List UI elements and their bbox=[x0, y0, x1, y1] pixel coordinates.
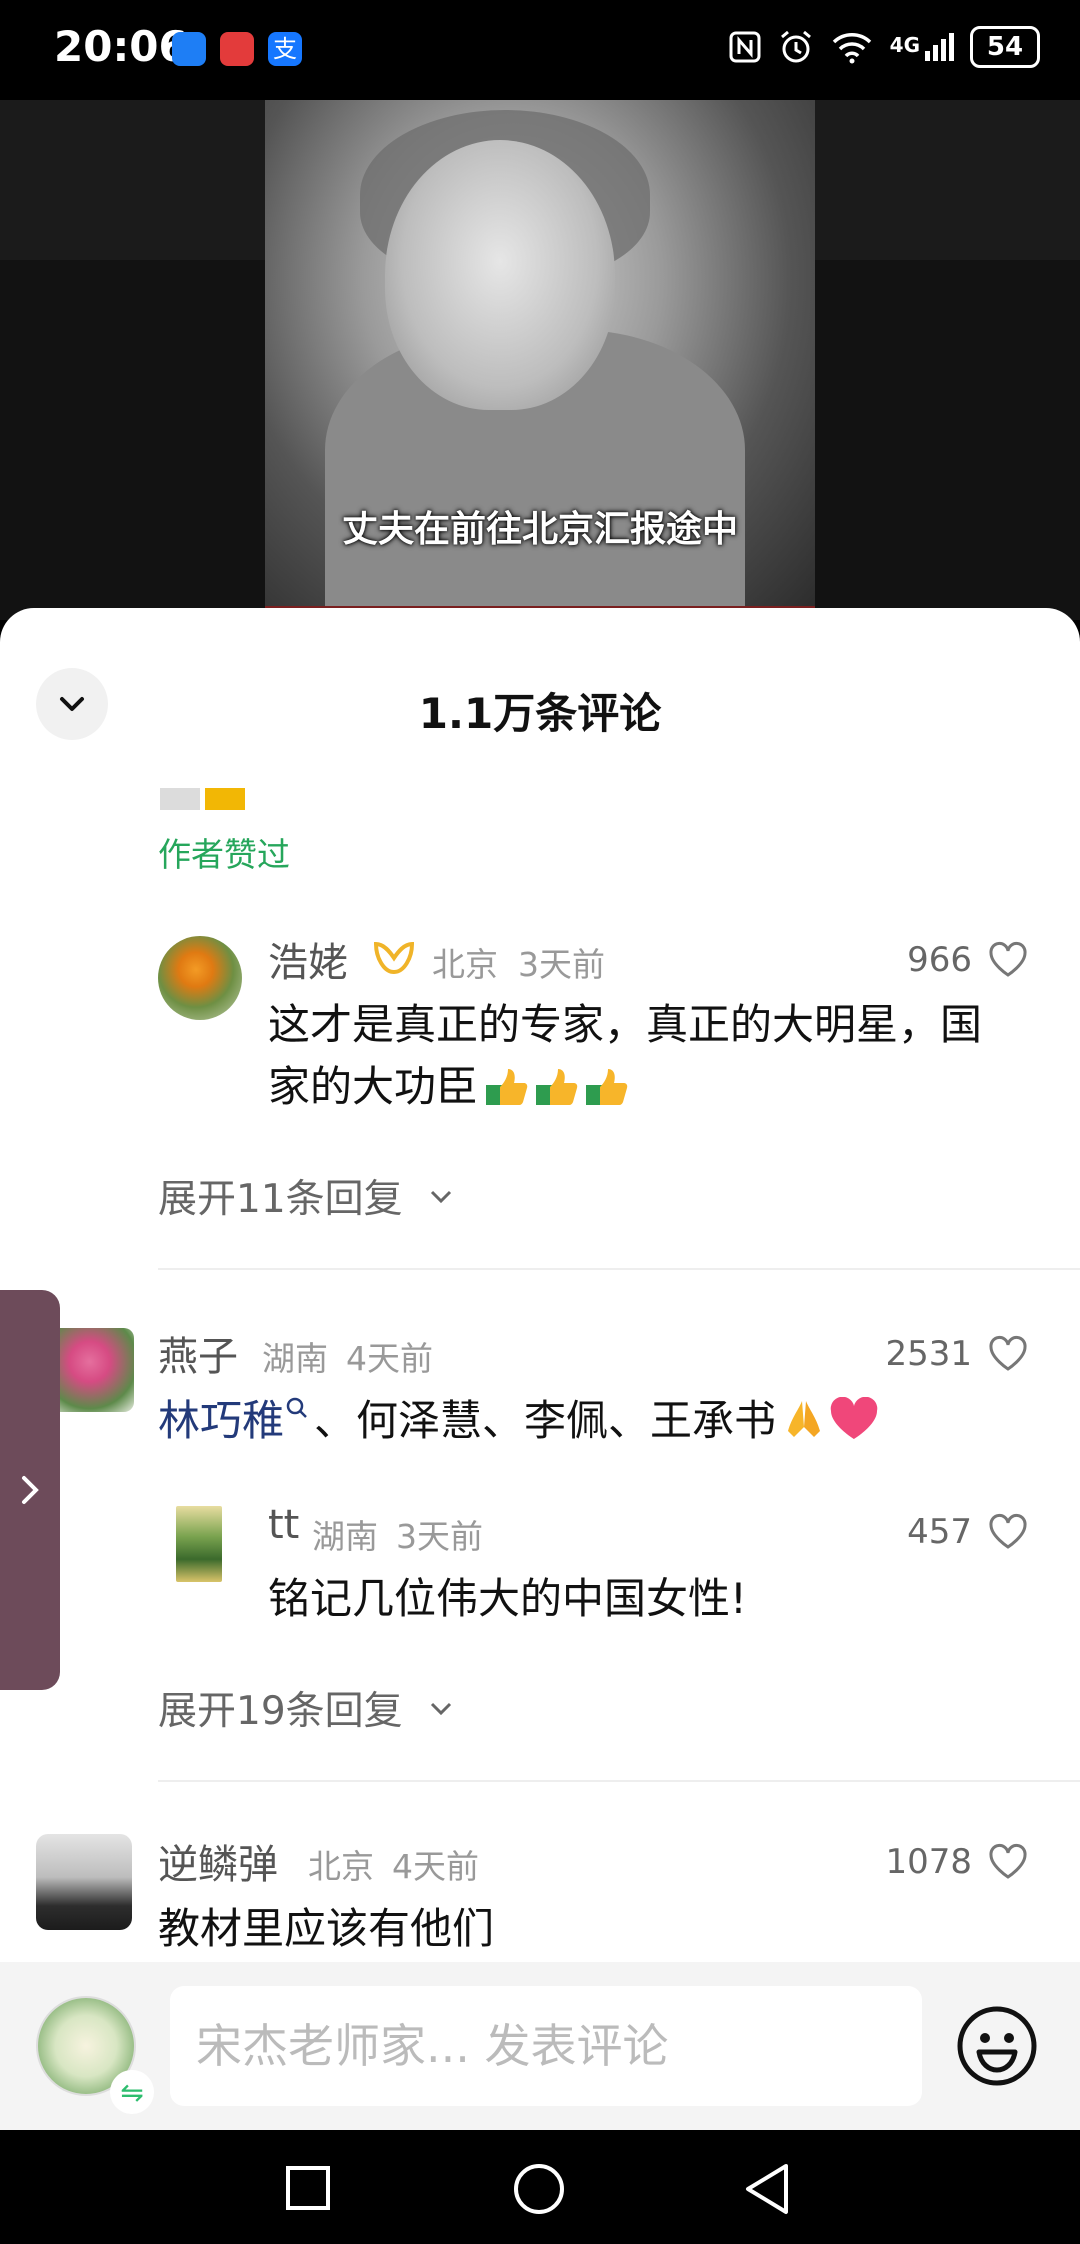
side-panel-toggle[interactable] bbox=[0, 1290, 60, 1690]
battery-indicator: 54 bbox=[970, 26, 1040, 68]
system-navigation-bar bbox=[0, 2130, 1080, 2244]
avatar[interactable] bbox=[36, 1834, 132, 1930]
signal-bar bbox=[925, 51, 930, 61]
status-time: 20:06 bbox=[54, 22, 188, 71]
switch-account-icon[interactable]: ⇋ bbox=[110, 2070, 154, 2114]
signal-indicator: 4G bbox=[890, 33, 954, 61]
comment-text-line: 这才是真正的专家，真正的大明星，国 bbox=[268, 1000, 983, 1049]
heart-icon[interactable] bbox=[986, 1840, 1030, 1884]
expand-replies-label: 展开19条回复 bbox=[158, 1689, 403, 1734]
badge-icon bbox=[373, 941, 415, 975]
comments-count-title: 1.1万条评论 bbox=[418, 689, 662, 738]
comment-text: 林巧稚 、何泽慧、李佩、王承书 bbox=[158, 1390, 880, 1452]
chevron-down-icon bbox=[430, 1702, 451, 1716]
reply-author-name[interactable]: tt bbox=[268, 1502, 299, 1548]
signal-bar bbox=[933, 45, 938, 61]
mention-link[interactable]: 林巧稚 bbox=[158, 1396, 284, 1445]
comment-location: 北京 bbox=[308, 1847, 374, 1886]
comment-text-line: 家的大功臣 bbox=[268, 1062, 479, 1111]
signal-bar bbox=[949, 33, 954, 61]
avatar[interactable] bbox=[60, 1328, 134, 1412]
video-figure-face bbox=[385, 140, 615, 410]
comment-divider bbox=[158, 1268, 1080, 1270]
wifi-icon bbox=[832, 33, 871, 64]
reply-text: 铭记几位伟大的中国女性! bbox=[268, 1574, 747, 1623]
comment-divider bbox=[158, 1780, 1080, 1782]
author-liked-label: 作者赞过 bbox=[158, 835, 290, 874]
video-subtitle: 丈夫在前往北京汇报途中 bbox=[341, 508, 738, 550]
comment-sheet: 1.1万条评论 作者赞过 浩姥 北京 3天前 966 这才是真正的专家，真正的大… bbox=[0, 608, 1080, 2128]
thumbs-up-emoji-icon bbox=[486, 1069, 528, 1105]
comment-location: 北京 bbox=[432, 945, 498, 984]
comment-author-name[interactable]: 燕子 bbox=[158, 1324, 238, 1382]
heart-icon[interactable] bbox=[986, 1332, 1030, 1376]
thumbs-up-emoji-icon bbox=[536, 1069, 578, 1105]
comment-input[interactable]: 宋杰老师家... 发表评论 bbox=[170, 1986, 922, 2106]
comment-text: 教材里应该有他们 bbox=[158, 1904, 495, 1953]
app-notification-icon-blue bbox=[172, 32, 206, 66]
comment-author-name[interactable]: 浩姥 bbox=[268, 930, 348, 988]
comment-text-line-2: 家的大功臣 bbox=[268, 1056, 982, 1118]
signal-bar bbox=[941, 39, 946, 61]
comment-location: 湖南 bbox=[262, 1339, 328, 1378]
comment-text-body: 、何泽慧、李佩、王承书 bbox=[314, 1396, 777, 1445]
comment-time: 3天前 bbox=[518, 945, 605, 984]
network-type: 4G bbox=[889, 33, 920, 57]
thumbs-up-emoji-icon bbox=[586, 1069, 628, 1105]
app-notification-icon-red bbox=[220, 32, 254, 66]
expand-replies-label: 展开11条回复 bbox=[158, 1177, 403, 1222]
emoji-icon[interactable] bbox=[955, 2004, 1039, 2088]
back-icon[interactable] bbox=[742, 2162, 794, 2216]
like-count: 1078 bbox=[885, 1842, 972, 1882]
avatar[interactable] bbox=[158, 936, 242, 1020]
status-icons: 4G 54 bbox=[728, 26, 1040, 68]
alipay-icon: 支 bbox=[268, 32, 302, 66]
expand-replies-button[interactable]: 展开11条回复 bbox=[158, 1168, 455, 1224]
comment-input-bar: ⇋ 宋杰老师家... 发表评论 bbox=[0, 1962, 1080, 2130]
heart-icon[interactable] bbox=[986, 1510, 1030, 1554]
search-icon bbox=[286, 1397, 307, 1418]
chevron-down-icon bbox=[430, 1190, 451, 1204]
like-count: 2531 bbox=[885, 1334, 972, 1374]
like-count: 966 bbox=[907, 940, 972, 980]
comment-time: 4天前 bbox=[392, 1847, 479, 1886]
reply-time: 3天前 bbox=[396, 1517, 483, 1556]
partial-emoji-row bbox=[160, 788, 250, 810]
comment-author-name[interactable]: 逆鳞弹 bbox=[158, 1832, 278, 1890]
chevron-right-icon bbox=[22, 1476, 39, 1504]
expand-replies-button[interactable]: 展开19条回复 bbox=[158, 1680, 455, 1736]
comment-text: 这才是真正的专家，真正的大明星，国 家的大功臣 bbox=[268, 994, 982, 1118]
praying-hands-emoji-icon bbox=[788, 1401, 821, 1437]
avatar[interactable] bbox=[176, 1506, 222, 1582]
status-bar: 20:06 支 4G 54 bbox=[0, 0, 1080, 100]
heart-emoji-icon bbox=[830, 1396, 878, 1439]
alarm-icon bbox=[780, 30, 811, 63]
like-count: 457 bbox=[907, 1512, 972, 1552]
recent-apps-icon[interactable] bbox=[284, 2164, 332, 2212]
video-player[interactable]: 丈夫在前往北京汇报途中 bbox=[0, 100, 1080, 620]
nfc-icon bbox=[729, 31, 761, 63]
comment-time: 4天前 bbox=[346, 1339, 433, 1378]
home-icon[interactable] bbox=[512, 2162, 566, 2216]
video-frame[interactable]: 丈夫在前往北京汇报途中 bbox=[265, 100, 815, 610]
reply-location: 湖南 bbox=[312, 1517, 378, 1556]
heart-icon[interactable] bbox=[986, 938, 1030, 982]
battery-level: 54 bbox=[986, 32, 1024, 62]
